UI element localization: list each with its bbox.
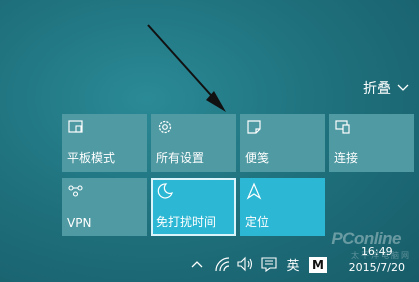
tile-vpn[interactable]: VPN — [62, 178, 147, 236]
tile-label: 连接 — [334, 151, 359, 165]
ime-language-button[interactable]: 英 — [284, 255, 302, 274]
wifi-icon[interactable] — [214, 255, 232, 273]
tile-location[interactable]: 定位 — [240, 178, 325, 236]
tile-quiet-hours[interactable]: 免打扰时间 — [151, 178, 236, 236]
tile-note[interactable]: 便笺 — [240, 114, 325, 172]
location-icon — [246, 182, 262, 200]
tablet-mode-icon — [68, 120, 83, 133]
note-icon — [247, 120, 261, 134]
clock-time: 16:49 — [360, 245, 393, 258]
chevron-up-icon[interactable] — [190, 255, 204, 273]
clock[interactable]: 16:49 2015/7/20 — [349, 244, 405, 276]
tile-tablet-mode[interactable]: 平板模式 — [62, 114, 147, 172]
tile-label: 免打扰时间 — [156, 215, 217, 229]
tile-connect[interactable]: 连接 — [329, 114, 414, 172]
chevron-down-icon — [397, 84, 409, 91]
tile-label: 定位 — [245, 215, 270, 229]
tile-label: 所有设置 — [156, 151, 205, 165]
vpn-icon — [68, 185, 83, 197]
moon-icon — [157, 183, 173, 199]
collapse-button[interactable]: 折叠 — [363, 78, 409, 98]
tile-label: 平板模式 — [67, 151, 116, 165]
collapse-label: 折叠 — [363, 81, 391, 97]
ime-mode-button[interactable]: M — [309, 257, 327, 273]
action-center-icon[interactable] — [260, 255, 278, 273]
tile-label: 便笺 — [245, 151, 270, 165]
volume-icon[interactable] — [236, 255, 254, 273]
gear-icon — [158, 120, 172, 134]
tile-label: VPN — [67, 216, 92, 230]
clock-date: 2015/7/20 — [348, 261, 405, 274]
connect-icon — [335, 120, 350, 134]
tile-all-settings[interactable]: 所有设置 — [151, 114, 236, 172]
